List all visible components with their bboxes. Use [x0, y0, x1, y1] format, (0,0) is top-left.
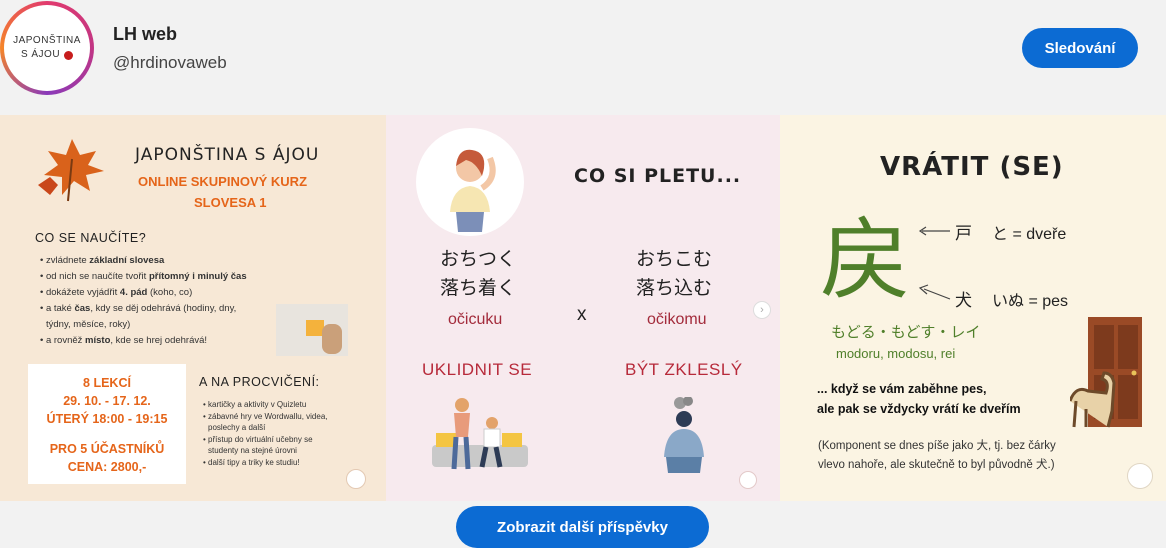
note-line2: vlevo nahoře, ale skutečně to byl původn… [818, 459, 1055, 471]
box-dates: 29. 10. - 17. 12. [63, 394, 151, 408]
practice-item: poslechy a další [208, 423, 266, 432]
practice-list: • kartičky a aktivity v Quizletu • zábav… [203, 399, 328, 468]
bullet-item: • a rovněž místo, kde se hrej odehrává! [40, 335, 208, 346]
bullet-item: • dokážete vyjádřit 4. pád (koho, co) [40, 287, 193, 298]
note-line1: (Komponent se dnes píše jako 大, tj. bez … [818, 440, 1056, 452]
component1-meaning: と = dveře [992, 226, 1067, 243]
post-kanji[interactable]: VRÁTIT (SE) 戻 戸 と = dveře 犬 いぬ = pes もどる… [780, 115, 1166, 501]
show-more-posts-button[interactable]: Zobrazit další příspěvky [456, 506, 709, 548]
profile-name[interactable]: LH web [113, 24, 177, 45]
course-info-box: 8 LEKCÍ 29. 10. - 17. 12. ÚTERÝ 18:00 - … [28, 364, 186, 484]
calming-people-illustration [432, 398, 528, 470]
post-course[interactable]: JAPONŠTINA S ÁJOU ONLINE SKUPINOVÝ KURZ … [0, 115, 386, 501]
practice-item: • kartičky a aktivity v Quizletu [203, 400, 307, 409]
post1-title: JAPONŠTINA S ÁJOU [135, 145, 320, 165]
bullet-item: • od nich se naučíte tvořit přítomný i m… [40, 271, 247, 282]
component-note: (Komponent se dnes píše jako 大, tj. bez … [818, 437, 1056, 475]
autumn-leaves-icon [38, 139, 104, 202]
left-verb-romaji: očicuku [448, 311, 503, 328]
profile-header: JAPONŠTINA S ÁJOU LH web @hrdinovaweb Sl… [0, 0, 1166, 115]
component2-meaning: いぬ = pes [992, 293, 1069, 310]
readings-kana: もどる・もどす・レイ [831, 324, 981, 341]
door-and-dog-illustration [1070, 317, 1142, 428]
right-verb-kana: おちこむ [636, 249, 713, 270]
learn-heading: CO SE NAUČÍTE? [35, 231, 147, 245]
avatar-text-line1: JAPONŠTINA [13, 35, 81, 46]
red-sun-icon [64, 50, 74, 60]
bullet-item: týdny, měsíce, roky) [46, 319, 131, 330]
mini-logo-icon [1127, 463, 1153, 489]
bullet-item: • zvládnete základní slovesa [40, 255, 165, 266]
mini-logo-icon [739, 471, 757, 489]
box-students: PRO 5 ÚČASTNÍKŮ [49, 442, 165, 456]
post1-subtitle2: SLOVESA 1 [194, 195, 267, 210]
right-verb-romaji: očikomu [647, 311, 707, 328]
box-time: ÚTERÝ 18:00 - 19:15 [46, 412, 168, 426]
stressed-person-illustration [416, 128, 524, 236]
practice-item: • přístup do virtuální učebny se [203, 434, 313, 444]
right-meaning: BÝT ZKLESLÝ [625, 360, 743, 379]
left-meaning: UKLIDNIT SE [422, 360, 533, 379]
sticky-note-photo [276, 304, 348, 356]
practice-heading: A NA PROCVIČENÍ: [199, 375, 320, 389]
main-kanji: 戻 [820, 208, 910, 313]
post1-subtitle1: ONLINE SKUPINOVÝ KURZ [138, 174, 308, 189]
mnemonic: ... když se vám zaběhne pes, ale pak se … [817, 379, 1021, 419]
box-lessons: 8 LEKCÍ [83, 376, 131, 390]
left-verb-kana: おちつく [440, 249, 517, 270]
avatar[interactable]: JAPONŠTINA S ÁJOU [0, 1, 94, 95]
component2-kanji: 犬 [955, 291, 972, 310]
mnemonic-line2: ale pak se vždycky vrátí ke dveřím [817, 402, 1021, 416]
profile-handle[interactable]: @hrdinovaweb [113, 53, 227, 73]
avatar-logo: JAPONŠTINA S ÁJOU [4, 5, 90, 91]
next-arrow-icon[interactable]: › [753, 301, 771, 319]
left-verb-kanji: 落ち着く [440, 278, 517, 299]
post2-title: CO SI PLETU... [574, 165, 742, 187]
post3-title: VRÁTIT (SE) [880, 152, 1064, 182]
practice-item: studenty na stejné úrovni [208, 446, 297, 455]
follow-button[interactable]: Sledování [1022, 28, 1138, 68]
post-confusing-verbs[interactable]: CO SI PLETU... おちつく 落ち着く očicuku x おちこむ … [386, 115, 780, 501]
learn-bullets: • zvládnete základní slovesa • od nich s… [40, 253, 247, 349]
mnemonic-line1: ... když se vám zaběhne pes, [817, 382, 987, 396]
readings-romaji: modoru, modosu, rei [836, 346, 956, 361]
sad-person-illustration [664, 397, 704, 473]
right-verb-kanji: 落ち込む [636, 278, 713, 299]
box-price: CENA: 2800,- [67, 460, 147, 474]
versus-x: x [577, 304, 587, 325]
component1-kanji: 戸 [955, 224, 972, 243]
practice-item: • další tipy a triky ke studiu! [203, 457, 300, 467]
mini-logo-icon [346, 469, 366, 489]
practice-item: • zábavné hry ve Wordwallu, videa, [203, 411, 328, 421]
posts-grid: JAPONŠTINA S ÁJOU ONLINE SKUPINOVÝ KURZ … [0, 115, 1166, 501]
avatar-text-line2: S ÁJOU [20, 49, 61, 60]
bullet-item: • a také čas, kdy se děj odehrává (hodin… [40, 303, 237, 314]
